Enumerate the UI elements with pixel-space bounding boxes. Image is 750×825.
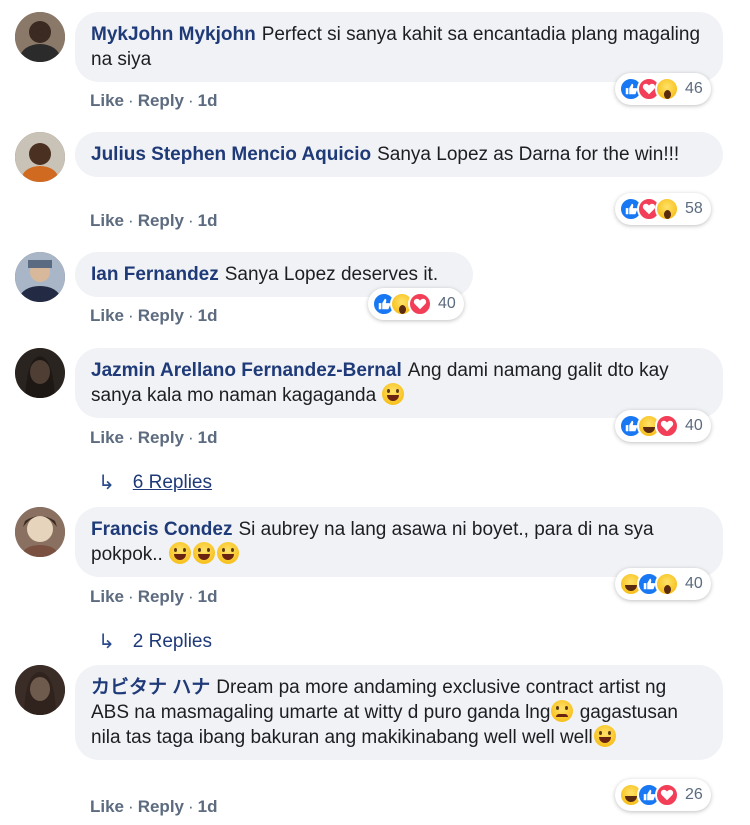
reply-button[interactable]: Reply (138, 797, 184, 816)
reaction-summary[interactable]: 40 (368, 288, 464, 320)
comment-text: Sanya Lopez deserves it. (224, 264, 439, 285)
comment-actions: Like · Reply · 1d (90, 91, 218, 111)
separator-dot: · (128, 91, 134, 110)
comment-time[interactable]: 1d (198, 587, 218, 606)
comment-time[interactable]: 1d (198, 306, 218, 325)
like-button[interactable]: Like (90, 306, 124, 325)
separator-dot: · (128, 306, 134, 325)
like-button[interactable]: Like (90, 91, 124, 110)
separator-dot: · (128, 797, 134, 816)
like-button[interactable]: Like (90, 587, 124, 606)
reply-arrow-icon: ↳ (98, 472, 115, 494)
reaction-summary[interactable]: 58 (615, 193, 711, 225)
comment-actions: Like · Reply · 1d (90, 211, 218, 231)
avatar[interactable] (15, 665, 65, 715)
reaction-count: 40 (438, 295, 456, 312)
laughing-emoji-icon (193, 542, 216, 564)
reaction-summary[interactable]: 40 (615, 568, 711, 600)
reply-button[interactable]: Reply (138, 91, 184, 110)
laughing-emoji-icon (382, 383, 405, 405)
comment-actions: Like · Reply · 1d (90, 587, 218, 607)
separator-dot: · (128, 211, 134, 230)
separator-dot: · (188, 306, 194, 325)
comment-bubble: カビタナ ハナ Dream pa more andaming exclusive … (75, 665, 723, 760)
reaction-count: 26 (685, 786, 703, 803)
wow-icon (655, 197, 679, 221)
comment-author[interactable]: Julius Stephen Mencio Aquicio (91, 144, 371, 165)
reaction-summary[interactable]: 26 (615, 779, 711, 811)
reaction-count: 58 (685, 200, 703, 217)
reply-button[interactable]: Reply (138, 211, 184, 230)
reply-button[interactable]: Reply (138, 587, 184, 606)
comment-author[interactable]: カビタナ ハナ (91, 677, 210, 698)
wow-icon (655, 572, 679, 596)
comment-text: Sanya Lopez as Darna for the win!!! (377, 144, 680, 165)
replies-count-label[interactable]: 2 Replies (133, 631, 212, 653)
comment-bubble: MykJohn Mykjohn Perfect si sanya kahit sa… (75, 12, 723, 82)
like-button[interactable]: Like (90, 797, 124, 816)
comment-bubble: Julius Stephen Mencio Aquicio Sanya Lopez… (75, 132, 723, 177)
replies-count-label[interactable]: 6 Replies (133, 472, 212, 494)
separator-dot: · (188, 428, 194, 447)
reaction-summary[interactable]: 40 (615, 410, 711, 442)
comment-time[interactable]: 1d (198, 428, 218, 447)
separator-dot: · (188, 91, 194, 110)
comment-time[interactable]: 1d (198, 797, 218, 816)
love-icon (408, 292, 432, 316)
wow-icon (655, 77, 679, 101)
love-icon (655, 414, 679, 438)
avatar[interactable] (15, 507, 65, 557)
like-button[interactable]: Like (90, 211, 124, 230)
love-icon (655, 783, 679, 807)
comment-time[interactable]: 1d (198, 91, 218, 110)
comment-author[interactable]: Jazmin Arellano Fernandez-Bernal (91, 360, 402, 381)
separator-dot: · (188, 211, 194, 230)
comment-time[interactable]: 1d (198, 211, 218, 230)
avatar[interactable] (15, 12, 65, 62)
avatar[interactable] (15, 132, 65, 182)
comment-actions: Like · Reply · 1d (90, 797, 218, 817)
comment-author[interactable]: MykJohn Mykjohn (91, 24, 256, 45)
sad-emoji-icon (551, 700, 574, 722)
like-button[interactable]: Like (90, 428, 124, 447)
separator-dot: · (128, 428, 134, 447)
reply-button[interactable]: Reply (138, 428, 184, 447)
reply-button[interactable]: Reply (138, 306, 184, 325)
comment-author[interactable]: Francis Condez (91, 519, 232, 540)
comment-bubble: Francis Condez Si aubrey na lang asawa ni… (75, 507, 723, 577)
reaction-count: 46 (685, 80, 703, 97)
reaction-count: 40 (685, 417, 703, 434)
separator-dot: · (188, 797, 194, 816)
view-replies-link[interactable]: ↳ 6 Replies (98, 470, 212, 495)
separator-dot: · (188, 587, 194, 606)
laughing-emoji-icon (593, 725, 616, 747)
comment-actions: Like · Reply · 1d (90, 428, 218, 448)
separator-dot: · (128, 587, 134, 606)
comment-actions: Like · Reply · 1d (90, 306, 218, 326)
reply-arrow-icon: ↳ (98, 631, 115, 653)
laughing-emoji-icon (169, 542, 192, 564)
laughing-emoji-icon (217, 542, 240, 564)
avatar[interactable] (15, 348, 65, 398)
comment-bubble: Jazmin Arellano Fernandez-Bernal Ang dami… (75, 348, 723, 418)
reaction-count: 40 (685, 575, 703, 592)
comment-author[interactable]: Ian Fernandez (91, 264, 219, 285)
view-replies-link[interactable]: ↳ 2 Replies (98, 629, 212, 654)
reaction-summary[interactable]: 46 (615, 73, 711, 105)
avatar[interactable] (15, 252, 65, 302)
